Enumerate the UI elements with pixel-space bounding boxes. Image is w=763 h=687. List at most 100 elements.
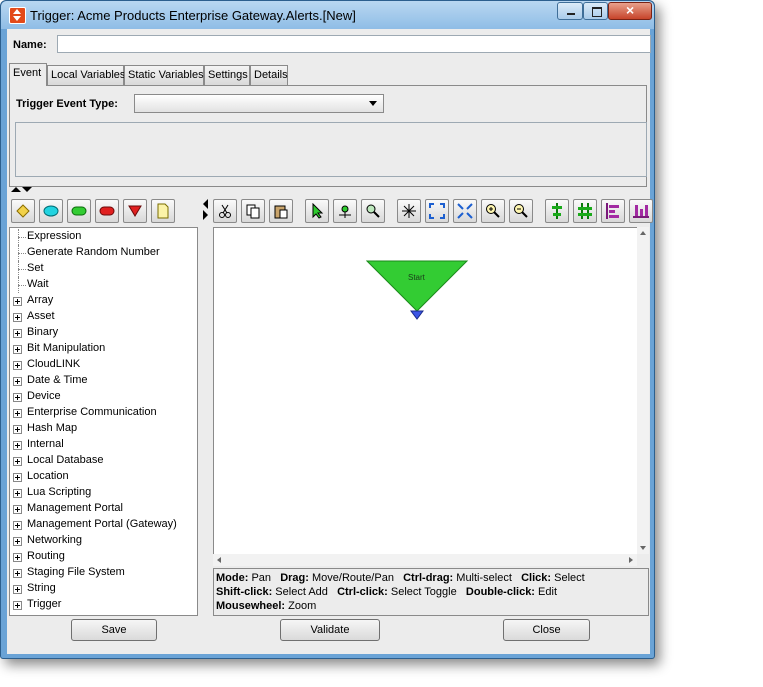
event-description-box	[15, 122, 647, 177]
tab-local-variables[interactable]: Local Variables	[47, 65, 125, 85]
tree-item[interactable]: Trigger	[10, 597, 197, 613]
tab-event[interactable]: Event	[9, 63, 47, 86]
expand-plus-icon[interactable]	[13, 489, 22, 498]
tree-item-label: Hash Map	[27, 422, 78, 434]
splitter-toggle[interactable]	[11, 187, 35, 195]
tree-item[interactable]: Enterprise Communication	[10, 405, 197, 421]
action-tree[interactable]: Expression Generate Random Number Set Wait A…	[9, 227, 198, 616]
paste-button[interactable]	[269, 199, 293, 223]
expand-plus-icon[interactable]	[13, 393, 22, 402]
collapse-up-icon[interactable]	[11, 187, 21, 192]
align-bottom-button[interactable]	[629, 199, 653, 223]
scroll-left-icon[interactable]	[217, 557, 221, 563]
expand-plus-icon[interactable]	[13, 473, 22, 482]
tree-item[interactable]: Binary	[10, 325, 197, 341]
copy-button[interactable]	[241, 199, 265, 223]
tree-item[interactable]: Expression	[10, 229, 197, 245]
tree-item[interactable]: Lua Scripting	[10, 485, 197, 501]
red-block-shape-button[interactable]	[95, 199, 119, 223]
tree-item[interactable]: Management Portal	[10, 501, 197, 517]
tree-item[interactable]: Date & Time	[10, 373, 197, 389]
expand-plus-icon[interactable]	[13, 601, 22, 610]
tree-item[interactable]: String	[10, 581, 197, 597]
name-input[interactable]	[57, 35, 651, 53]
tree-item[interactable]: Device	[10, 389, 197, 405]
start-node[interactable]	[366, 260, 470, 324]
expand-down-icon[interactable]	[22, 187, 32, 192]
trigger-event-type-select[interactable]	[134, 94, 384, 113]
ellipse-shape-button[interactable]	[39, 199, 63, 223]
select-pointer-button[interactable]	[305, 199, 329, 223]
expand-plus-icon[interactable]	[13, 569, 22, 578]
expand-plus-icon[interactable]	[13, 457, 22, 466]
canvas-vertical-scrollbar[interactable]	[637, 227, 649, 554]
align-left-button[interactable]	[601, 199, 625, 223]
tab-details[interactable]: Details	[250, 65, 288, 85]
expand-plus-icon[interactable]	[13, 505, 22, 514]
end-shape-button[interactable]	[123, 199, 147, 223]
tree-item[interactable]: CloudLINK	[10, 357, 197, 373]
close-button[interactable]: Close	[503, 619, 590, 641]
magic-select-button[interactable]	[397, 199, 421, 223]
tab-static-variables[interactable]: Static Variables	[124, 65, 204, 85]
tree-item[interactable]: Networking	[10, 533, 197, 549]
zoom-in-button[interactable]	[481, 199, 505, 223]
tree-item[interactable]: Location	[10, 469, 197, 485]
expand-plus-icon[interactable]	[13, 361, 22, 370]
expand-plus-icon[interactable]	[13, 345, 22, 354]
expand-plus-icon[interactable]	[13, 329, 22, 338]
expand-plus-icon[interactable]	[13, 585, 22, 594]
fit-to-window-button[interactable]	[425, 199, 449, 223]
panel-toggle[interactable]	[203, 199, 211, 221]
expand-plus-icon[interactable]	[13, 521, 22, 530]
close-window-button[interactable]: ×	[608, 2, 652, 20]
validate-button[interactable]: Validate	[280, 619, 380, 641]
canvas-horizontal-scrollbar[interactable]	[213, 554, 637, 566]
cut-button[interactable]	[213, 199, 237, 223]
tree-item[interactable]: Staging File System	[10, 565, 197, 581]
expand-plus-icon[interactable]	[13, 297, 22, 306]
shrink-button[interactable]	[453, 199, 477, 223]
scroll-right-icon[interactable]	[629, 557, 633, 563]
expand-plus-icon[interactable]	[13, 313, 22, 322]
tree-item[interactable]: Local Database	[10, 453, 197, 469]
tree-item[interactable]: Array	[10, 293, 197, 309]
align-center-button[interactable]	[545, 199, 569, 223]
expand-plus-icon[interactable]	[13, 537, 22, 546]
title-bar[interactable]: Trigger: Acme Products Enterprise Gatewa…	[1, 1, 654, 29]
expand-plus-icon[interactable]	[13, 409, 22, 418]
tree-item[interactable]: Management Portal (Gateway)	[10, 517, 197, 533]
zoom-out-button[interactable]	[509, 199, 533, 223]
tree-item[interactable]: Generate Random Number	[10, 245, 197, 261]
align-grid-button[interactable]	[573, 199, 597, 223]
tree-item[interactable]: Asset	[10, 309, 197, 325]
expand-plus-icon[interactable]	[13, 441, 22, 450]
scroll-down-icon[interactable]	[640, 546, 646, 550]
minimize-button[interactable]	[557, 2, 583, 20]
green-block-shape-button[interactable]	[67, 199, 91, 223]
expand-right-icon[interactable]	[203, 210, 208, 220]
expand-plus-icon[interactable]	[13, 553, 22, 562]
expand-plus-icon[interactable]	[13, 377, 22, 386]
route-button[interactable]	[333, 199, 357, 223]
expand-plus-icon[interactable]	[13, 425, 22, 434]
save-button[interactable]: Save	[71, 619, 157, 641]
tree-item[interactable]: Internal	[10, 437, 197, 453]
help-key: Shift-click:	[216, 586, 273, 598]
pan-zoom-button[interactable]	[361, 199, 385, 223]
tree-item[interactable]: Routing	[10, 549, 197, 565]
maximize-button[interactable]	[583, 2, 608, 20]
note-shape-button[interactable]	[151, 199, 175, 223]
help-key: Ctrl-click:	[337, 586, 388, 598]
tree-item[interactable]: Set	[10, 261, 197, 277]
tree-item[interactable]: Bit Manipulation	[10, 341, 197, 357]
tree-item[interactable]: Hash Map	[10, 421, 197, 437]
align-grid-icon	[578, 203, 592, 219]
scroll-up-icon[interactable]	[640, 231, 646, 235]
tree-item[interactable]: Wait	[10, 277, 197, 293]
tab-settings[interactable]: Settings	[204, 65, 250, 85]
route-icon	[339, 205, 351, 218]
flow-canvas[interactable]: Start	[213, 227, 637, 554]
collapse-left-icon[interactable]	[203, 199, 208, 209]
diamond-shape-button[interactable]	[11, 199, 35, 223]
